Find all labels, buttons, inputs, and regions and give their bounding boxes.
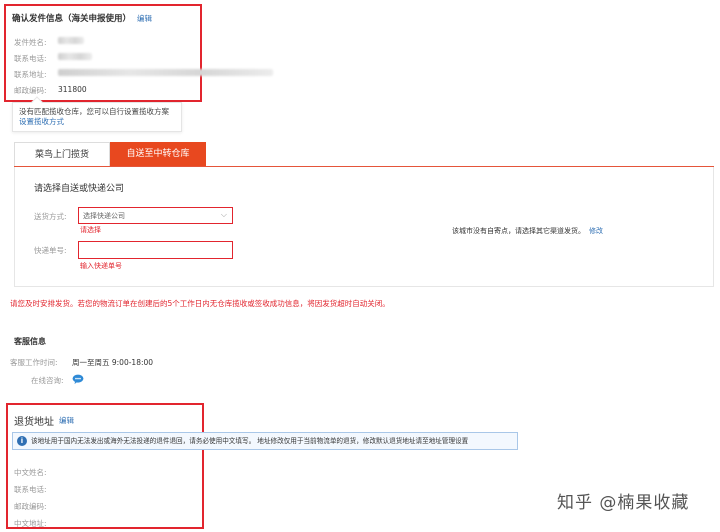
return-postcode-label: 邮政编码: [14, 502, 47, 511]
tracking-number-input[interactable] [78, 241, 233, 259]
return-name-label: 中文姓名: [14, 468, 47, 477]
chat-bubble-icon[interactable] [72, 374, 84, 384]
zhihu-watermark: 知乎 @楠果收藏 [557, 493, 690, 513]
chevron-down-icon: ⌵ [220, 210, 227, 219]
return-address-title: 退货地址 [14, 417, 54, 428]
sender-address-label: 联系地址: [14, 70, 47, 79]
modify-link[interactable]: 修改 [589, 227, 603, 235]
sender-phone-label: 联系电话: [14, 54, 47, 63]
no-station-text: 该城市没有自寄点，请选择其它渠道发货。 [452, 227, 585, 235]
no-warehouse-tooltip: 没有匹配揽收仓库，您可以自行设置揽收方案 设置揽收方式 [12, 96, 182, 132]
sender-phone-redacted [58, 53, 92, 60]
sender-edit-link[interactable]: 编辑 [137, 14, 152, 23]
sender-postcode-value: 311800 [58, 85, 87, 94]
tab-cainiao-pickup[interactable]: 菜鸟上门揽货 [14, 142, 110, 167]
sender-address-redacted [58, 69, 273, 76]
service-hours-label: 客服工作时间: [10, 358, 58, 367]
return-address-notice: i 该地址用于国内无法发出或海外无法投递的退件退回，请务必使用中文填写。 地址修… [12, 432, 518, 450]
info-icon: i [17, 436, 27, 446]
tooltip-text: 没有匹配揽收仓库，您可以自行设置揽收方案 [19, 107, 169, 116]
sender-postcode-label: 邮政编码: [14, 86, 47, 95]
courier-select-error: 请选择 [80, 226, 101, 234]
courier-panel-title: 请选择自送或快递公司 [34, 184, 125, 194]
sender-name-redacted [58, 37, 84, 44]
timeout-warning: 请您及时安排发货。若您的物流订单在创建后的5个工作日内无仓库揽收或签收成功信息，… [10, 299, 390, 308]
shipping-method-label: 送货方式: [34, 212, 67, 221]
no-station-message: 该城市没有自寄点，请选择其它渠道发货。 修改 [452, 226, 603, 236]
courier-company-select[interactable]: 选择快递公司 ⌵ [78, 207, 233, 224]
return-address-edit-link[interactable]: 编辑 [59, 415, 74, 426]
tracking-number-label: 快递单号: [34, 246, 67, 255]
sender-name-label: 发件姓名: [14, 38, 47, 47]
return-address-label: 中文地址: [14, 519, 47, 528]
online-consult-label: 在线咨询: [31, 376, 64, 385]
return-phone-label: 联系电话: [14, 485, 47, 494]
customer-service-title: 客服信息 [14, 337, 46, 346]
sender-title-text: 确认发件信息（海关申报使用） [12, 14, 132, 24]
sender-info-title: 确认发件信息（海关申报使用） 编辑 [12, 12, 152, 24]
tab-self-delivery[interactable]: 自送至中转仓库 [110, 142, 206, 167]
service-hours-value: 周一至周五 9:00-18:00 [72, 358, 154, 367]
set-pickup-method-link[interactable]: 设置揽收方式 [19, 117, 64, 126]
courier-select-placeholder: 选择快递公司 [83, 212, 125, 220]
return-notice-text: 该地址用于国内无法发出或海外无法投递的退件退回，请务必使用中文填写。 地址修改仅… [31, 437, 469, 445]
tracking-number-error: 输入快递单号 [80, 262, 122, 270]
